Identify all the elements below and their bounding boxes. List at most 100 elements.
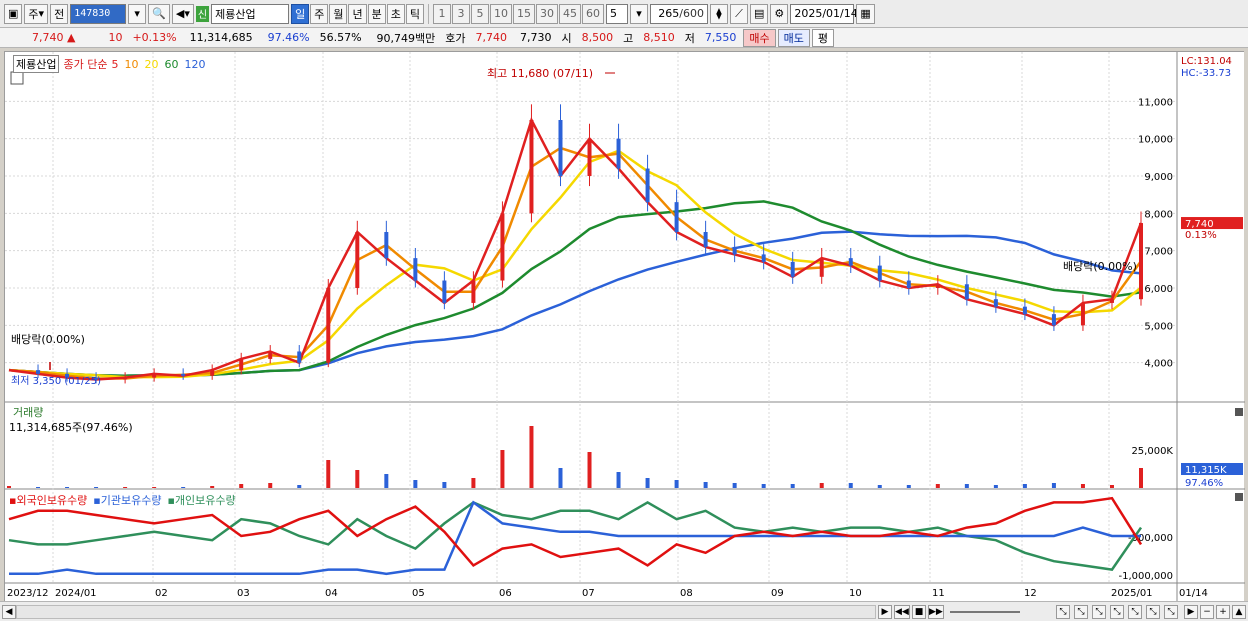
- candle-body-11: [326, 288, 331, 363]
- speaker-icon[interactable]: ◀▾: [171, 3, 194, 24]
- interval-dropdown-icon[interactable]: ▾: [629, 3, 648, 24]
- bid-value: 7,740: [475, 31, 508, 44]
- zoom-full-icon[interactable]: ▲: [1232, 605, 1246, 619]
- candle-body-39: [1139, 223, 1143, 300]
- ask-value: 7,730: [520, 31, 552, 44]
- gear-icon[interactable]: ⚙: [770, 3, 789, 24]
- zoom-out-icon[interactable]: −: [1200, 605, 1214, 619]
- tool1-icon[interactable]: ⤡: [1056, 605, 1070, 619]
- last-pct-text: 0.13%: [1185, 230, 1217, 241]
- y-tick-3: 7,000: [1144, 247, 1173, 258]
- current-price: 7,740 ▲: [32, 31, 76, 44]
- date-field[interactable]: 2025/01/14: [790, 3, 858, 24]
- number-button-30[interactable]: 30: [535, 3, 558, 24]
- zoom-slider[interactable]: [950, 611, 1020, 613]
- buy-button[interactable]: 매수: [743, 28, 776, 47]
- interval-field[interactable]: 5: [605, 3, 628, 24]
- candle-body-6: [181, 373, 186, 376]
- candle-body-30: [877, 265, 882, 281]
- count-value: 265: [658, 7, 680, 20]
- volume-bar-4: [123, 487, 128, 488]
- timeframe-5[interactable]: 초: [386, 3, 405, 24]
- legend-label: 종가 단순: [63, 58, 108, 71]
- next-icon[interactable]: ▶▶: [928, 605, 944, 619]
- play-icon[interactable]: ▶: [878, 605, 892, 619]
- draw-icon[interactable]: ⟋: [729, 3, 748, 24]
- x-tick-5: 05: [412, 588, 425, 599]
- number-button-10[interactable]: 10: [489, 3, 512, 24]
- chart-canvas[interactable]: 2023/12 2024/01 02 03 04 05 06 07 08 09 10 11 12 2025…: [5, 52, 1245, 602]
- candle-body-24: [703, 232, 708, 247]
- tool2-icon[interactable]: ⤡: [1074, 605, 1088, 619]
- hc-label: HC:-33.73: [1181, 68, 1231, 79]
- calculator-icon: [10, 71, 24, 85]
- toolbar: ▣ 주 ▾ 전 147830 ▾ 🔍 ◀▾ 신 제룡산업 일주월년분초틱 1351…: [0, 0, 1248, 28]
- ma-legend-20: 20: [144, 57, 159, 71]
- holdings-legend: ▪외국인보유수량 ▪기관보유수량 ▪개인보유수량: [9, 492, 236, 508]
- tool3-icon[interactable]: ⤡: [1092, 605, 1106, 619]
- number-button-45[interactable]: 45: [558, 3, 581, 24]
- timeframe-3[interactable]: 년: [348, 3, 367, 24]
- x-tick-11: 11: [932, 588, 945, 599]
- volume-bar-13: [384, 474, 389, 488]
- holdings-axis-1: -1,000,000: [1118, 571, 1173, 582]
- number-button-15[interactable]: 15: [512, 3, 535, 24]
- tool5-icon[interactable]: ⤡: [1128, 605, 1142, 619]
- volume-bar-35: [1022, 484, 1027, 488]
- legend-stock-name[interactable]: 제룡산업: [13, 55, 60, 73]
- number-button-60[interactable]: 60: [581, 3, 604, 24]
- calendar-icon[interactable]: ▦: [856, 3, 875, 24]
- volume-bar-36: [1051, 483, 1056, 488]
- tool7-icon[interactable]: ⤡: [1164, 605, 1178, 619]
- tool6-icon[interactable]: ⤡: [1146, 605, 1160, 619]
- flat-button[interactable]: 평: [811, 28, 835, 47]
- stock-code-input[interactable]: 147830: [70, 3, 127, 24]
- open-value: 8,500: [581, 31, 614, 44]
- number-button-1[interactable]: 1: [432, 3, 451, 24]
- high-value: 8,510: [643, 31, 675, 44]
- layout-icon[interactable]: ▣: [4, 3, 23, 24]
- candle-body-31: [906, 280, 911, 288]
- dividend-annotation-1: 배당락(0.00%): [11, 333, 85, 346]
- timeframe-4[interactable]: 분: [367, 3, 386, 24]
- zoom-in-icon[interactable]: +: [1216, 605, 1230, 619]
- x-tick-13: 2025/01: [1111, 588, 1153, 599]
- chart-type-icon[interactable]: ⧫: [709, 3, 728, 24]
- count-field[interactable]: 265/600: [649, 3, 708, 24]
- search-icon[interactable]: 🔍: [148, 3, 170, 24]
- number-button-5[interactable]: 5: [470, 3, 489, 24]
- x-tick-7: 07: [582, 588, 595, 599]
- candle-body-29: [848, 258, 853, 266]
- prev-icon[interactable]: ◀◀: [894, 605, 910, 619]
- volume-bar-18: [529, 426, 534, 488]
- volume-bar-10: [297, 485, 302, 488]
- candle-body-27: [790, 261, 795, 277]
- dropdown-icon[interactable]: ▾: [128, 3, 147, 24]
- timeframe-0[interactable]: 일: [291, 3, 310, 24]
- separator: [427, 3, 429, 24]
- stock-name-field[interactable]: 제룡산업: [211, 3, 290, 24]
- volume-last-pct: 97.46%: [1185, 478, 1223, 489]
- chart-area[interactable]: 2023/12 2024/01 02 03 04 05 06 07 08 09 10 11 12 2025…: [4, 51, 1245, 602]
- period-main-select[interactable]: 주 ▾: [24, 3, 49, 24]
- stop-icon[interactable]: ■: [912, 605, 926, 619]
- scroll-right-icon[interactable]: ▶: [1184, 605, 1198, 619]
- price-value: 7,740: [32, 31, 64, 44]
- timeframe-6[interactable]: 틱: [405, 3, 424, 24]
- last-price-text: 7,740: [1185, 219, 1214, 230]
- scroll-track[interactable]: [16, 605, 876, 619]
- number-button-3[interactable]: 3: [451, 3, 470, 24]
- sell-button[interactable]: 매도: [777, 28, 810, 47]
- timeframe-2[interactable]: 월: [329, 3, 348, 24]
- candle-body-26: [761, 254, 766, 262]
- tool4-icon[interactable]: ⤡: [1110, 605, 1124, 619]
- scroll-left-icon[interactable]: ◀: [2, 605, 16, 619]
- timeframe-1[interactable]: 주: [310, 3, 329, 24]
- volume-bar-33: [964, 484, 969, 488]
- volume-bar-22: [645, 478, 650, 488]
- volume-bar-7: [210, 486, 215, 488]
- save-icon[interactable]: ▤: [749, 3, 769, 24]
- price-legend: 제룡산업 종가 단순 5 10 20 60 120: [13, 55, 205, 73]
- period-prev-button[interactable]: 전: [50, 3, 69, 24]
- holdings-legend-1: ▪기관보유수량: [93, 494, 162, 507]
